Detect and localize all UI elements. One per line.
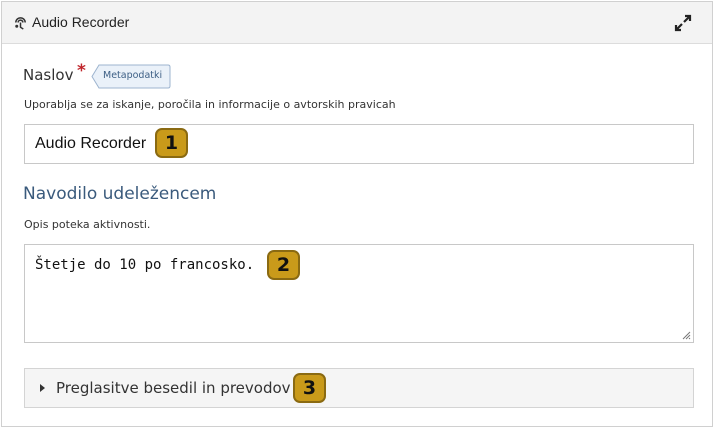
- audio-recorder-icon: [15, 17, 26, 30]
- metadata-button[interactable]: Metapodatki: [91, 64, 171, 89]
- panel-header: Audio Recorder: [2, 2, 712, 44]
- required-marker: *: [77, 61, 86, 81]
- callout-badge-3: 3: [293, 373, 326, 403]
- instructions-text: Štetje do 10 po francosko.: [35, 257, 255, 273]
- title-input[interactable]: Audio Recorder: [24, 124, 694, 164]
- title-field-label: Naslov: [23, 66, 74, 84]
- caret-right-icon: [40, 384, 45, 392]
- instructions-description: Opis poteka aktivnosti.: [24, 218, 151, 231]
- panel-title: Audio Recorder: [32, 14, 130, 30]
- resize-grip-icon[interactable]: [682, 331, 691, 340]
- audio-recorder-panel: Audio Recorder Naslov * Metapodatki Upor…: [1, 1, 713, 427]
- metadata-button-label: Metapodatki: [103, 70, 163, 81]
- expand-icon[interactable]: [673, 13, 693, 33]
- title-field-description: Uporablja se za iskanje, poročila in inf…: [24, 98, 396, 111]
- translations-collapsible[interactable]: Preglasitve besedil in prevodov: [24, 368, 694, 408]
- translations-collapsible-label: Preglasitve besedil in prevodov: [56, 379, 291, 397]
- callout-badge-2: 2: [267, 250, 300, 280]
- instructions-textarea[interactable]: Štetje do 10 po francosko.: [24, 244, 694, 343]
- callout-badge-1: 1: [155, 128, 188, 158]
- instructions-heading: Navodilo udeležencem: [23, 184, 217, 204]
